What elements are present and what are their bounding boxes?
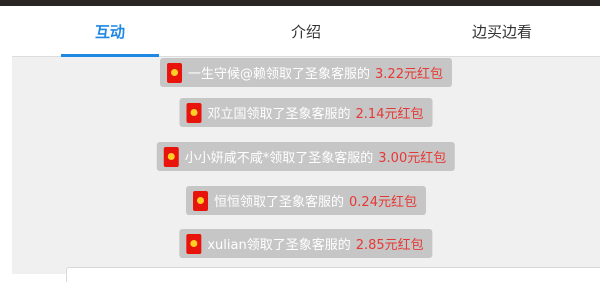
tab-interaction[interactable]: 互动 [12,6,208,56]
tab-bar: 互动 介绍 边买边看 [12,6,600,57]
red-packet-notice: 邓立国领取了圣象客服的 2.14元红包 [179,98,433,127]
notice-text: 恒恒领取了圣象客服的 [214,195,345,210]
notice-amount: 2.85元红包 [355,238,424,253]
red-envelope-icon [186,102,202,123]
comment-input-area[interactable] [66,267,600,282]
red-packet-notice: xulian领取了圣象客服的 2.85元红包 [179,229,433,258]
red-envelope-icon [193,190,209,211]
notice-amount: 2.14元红包 [355,107,424,122]
notice-text: 一生守候@赖领取了圣象客服的 [188,67,371,82]
red-packet-notice: 一生守候@赖领取了圣象客服的 3.22元红包 [160,58,452,87]
notice-text: 邓立国领取了圣象客服的 [207,107,351,122]
tab-introduction[interactable]: 介绍 [208,6,404,56]
tab-buy-while-watching[interactable]: 边买边看 [404,6,600,56]
notice-amount: 0.24元红包 [349,195,417,210]
red-packet-notice: 恒恒领取了圣象客服的 0.24元红包 [186,186,426,215]
notice-text: xulian领取了圣象客服的 [207,238,351,253]
red-envelope-icon [163,146,179,167]
red-envelope-icon [167,62,183,83]
interaction-feed[interactable]: 一生守候@赖领取了圣象客服的 3.22元红包 邓立国领取了圣象客服的 2.14元… [12,57,600,274]
notice-amount: 3.00元红包 [378,151,447,166]
red-envelope-icon [186,233,202,254]
notice-amount: 3.22元红包 [375,67,443,82]
red-packet-notice: 小小妍咸不咸*领取了圣象客服的 3.00元红包 [156,142,456,171]
notice-text: 小小妍咸不咸*领取了圣象客服的 [184,151,374,166]
